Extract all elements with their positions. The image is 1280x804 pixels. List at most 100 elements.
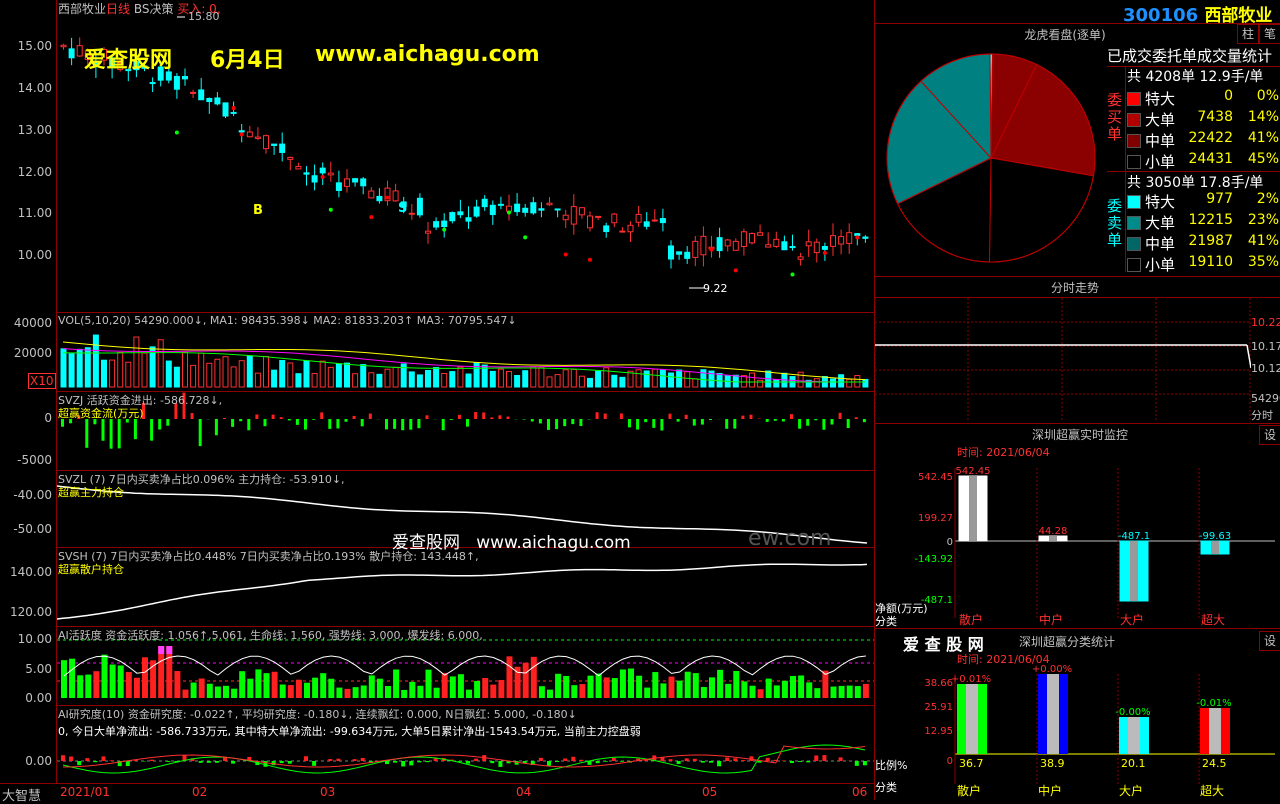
activity-bar [434,688,440,698]
svzl-tick: -50.00 [0,522,52,536]
flow-bar [158,419,161,429]
intraday-chart[interactable] [875,298,1251,422]
class-tick: 12.95 [924,726,953,737]
research-bar [709,761,713,763]
volume-bar [831,379,836,387]
flow-bar [709,419,712,420]
retail-line [57,564,867,619]
research-bar [596,761,600,763]
candle-body [660,219,665,223]
volume-bar [385,369,390,387]
ai-research-summary: 0, 今日大单净流出: -586.733万元, 其中特大单净流出: -99.63… [58,723,641,739]
volume-bar [118,352,123,387]
flow-bar [766,419,769,422]
activity-bar [466,690,472,698]
research-bar [474,759,478,761]
research-bar [693,759,697,761]
candle-body [523,208,528,212]
volume-bar [320,361,325,387]
flow-bar [539,419,542,423]
candle-body [377,196,382,200]
candle-body [644,222,649,226]
class-bottom-label: 38.9 [1040,757,1065,770]
monitor-settings-button[interactable]: 设 [1259,425,1280,445]
activity-bar [239,671,245,698]
monitor-bar-stripe [1130,541,1138,601]
volume-bar [563,370,568,387]
order-type: 特大 [1145,88,1175,109]
activity-bar [174,671,180,698]
flow-bar [523,419,526,420]
ai-active-header: AI活跃度 资金活跃度: 1.056↑,5.061, 生命线: 1.560, 强… [58,627,483,643]
flow-bar [247,419,250,430]
flow-bar [652,419,655,428]
flow-bar [296,419,299,425]
class-bottom-label: 20.1 [1121,757,1146,770]
flow-bar [336,419,339,428]
volume-bar [142,353,147,387]
flow-bar [458,415,461,419]
research-bar [401,761,405,766]
svsh-tick: 140.00 [0,565,52,579]
candle-body [77,46,82,56]
flow-bar [304,419,307,430]
monitor-category: 散户 [959,612,983,627]
research-bar [612,758,616,761]
volume-bar [93,335,98,387]
flow-bar [669,414,672,419]
volume-header: VOL(5,10,20) 54290.000↓, MA1: 98435.398↓… [58,314,517,327]
volume-bar [847,379,852,387]
class-settings-button[interactable]: 设 [1259,631,1280,651]
candle-body [417,198,422,215]
sell-marker-s: S [398,201,407,216]
signal-dot [855,235,859,239]
research-bar [717,761,721,766]
activity-bar [806,682,812,698]
candle-body [571,207,576,224]
order-volume: 19110 [1188,254,1233,270]
candle-body [701,236,706,254]
candle-body [304,173,309,174]
price-tick: 10.00 [0,248,52,262]
order-row: 小单 19110 35% [1127,254,1280,274]
flow-bar [255,414,258,419]
signal-dot [507,211,511,215]
volume-bar [191,365,196,387]
signal-dot [823,251,827,255]
price-tick: 15.00 [0,39,52,53]
class-top-label: -0.01% [1196,698,1231,709]
stock-name: 西部牧业 [58,2,106,16]
candle-body [328,173,333,175]
volume-tick: 40000 [0,316,52,330]
flow-bar [790,414,793,419]
candle-body [296,166,301,168]
class-tick: 0 [947,756,953,767]
flow-bar [725,419,728,429]
activity-bar [255,669,261,698]
volume-bar [85,348,90,387]
volume-bar [498,369,503,387]
candle-body [547,203,552,205]
flow-bar [231,419,234,427]
research-bar [385,761,389,764]
flow-bar [393,419,396,429]
signal-dot [523,235,527,239]
candle-body [426,231,431,233]
activity-bar [547,690,553,698]
activity-bar [118,665,124,698]
activity-bar [515,667,521,698]
order-volume: 22422 [1188,130,1233,146]
candle-body [61,45,66,46]
bar-mode-button[interactable]: 柱 [1237,24,1259,44]
candle-body [199,90,204,100]
date-tick: 06 [852,785,867,799]
research-bar [417,761,421,762]
signal-dot [734,268,738,272]
volume-bar [272,370,277,387]
volume-bar [644,371,649,387]
volume-bar [102,360,107,387]
activity-bar [320,673,326,698]
candle-body [806,242,811,246]
pen-mode-button[interactable]: 笔 [1259,24,1280,44]
candle-body [490,205,495,214]
